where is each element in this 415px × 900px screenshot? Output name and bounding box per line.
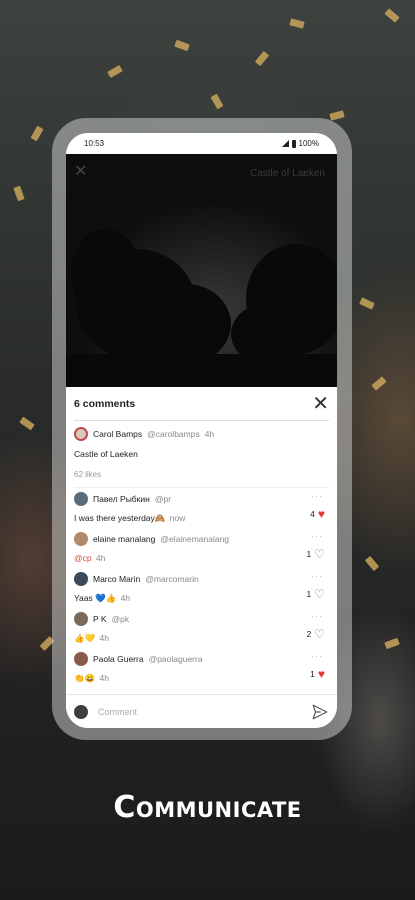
comment-author[interactable]: elaine manalang <box>93 534 155 544</box>
send-icon[interactable] <box>311 703 329 721</box>
avatar <box>74 704 88 719</box>
more-options-icon[interactable]: ··· <box>311 651 323 661</box>
comment-author[interactable]: Paola Guerra <box>93 654 144 664</box>
like-control[interactable]: 2 ♡ <box>307 628 326 640</box>
comment-author-handle: @pr <box>154 494 172 504</box>
post-likes[interactable]: 62 likes <box>74 470 329 479</box>
avatar[interactable] <box>74 652 88 666</box>
comment-item: Marco Marin @marcomarin Yaas 💙👍 4h ··· 1… <box>74 568 329 608</box>
comment-author-handle: @paolaguerra <box>148 654 203 664</box>
like-count: 4 <box>310 509 315 519</box>
heart-outline-icon[interactable]: ♡ <box>314 588 325 600</box>
more-options-icon[interactable]: ··· <box>311 571 323 581</box>
comment-author-handle: @marcomarin <box>145 574 199 584</box>
avatar[interactable] <box>74 532 88 546</box>
avatar[interactable] <box>74 612 88 626</box>
battery-level: 100% <box>298 139 319 148</box>
heart-filled-icon[interactable]: ♥ <box>318 508 325 520</box>
comments-count-title: 6 comments <box>74 397 136 410</box>
comment-item: P K @pk 👍💛 4h ··· 2 ♡ <box>74 608 329 648</box>
comment-body: Yaas 💙👍 4h <box>74 593 329 604</box>
comment-author-handle: @elainemanalang <box>160 534 230 544</box>
post-text: Castle of Laeken <box>74 449 138 459</box>
like-count: 1 <box>306 589 312 599</box>
video-player[interactable]: ✕ Castle of Laeken <box>66 154 337 387</box>
post-author[interactable]: Carol Bamps <box>93 429 142 439</box>
avatar[interactable] <box>74 427 88 441</box>
trees-silhouette <box>66 154 337 387</box>
post-summary: Carol Bamps @carolbamps 4h Castle of Lae… <box>74 421 329 488</box>
comment-text: 👍💛 <box>74 633 96 643</box>
heart-outline-icon[interactable]: ♡ <box>314 628 325 640</box>
comments-sheet: 6 comments ✕ Carol Bamps @carolbamps 4h … <box>66 387 337 688</box>
avatar[interactable] <box>74 492 88 506</box>
comment-body: @cp 4h <box>74 553 329 563</box>
avatar[interactable] <box>74 572 88 586</box>
comment-body: 👏😀 4h <box>74 673 329 684</box>
heart-outline-icon[interactable]: ♡ <box>314 548 325 560</box>
comment-input[interactable] <box>98 706 301 717</box>
comment-author[interactable]: P K <box>93 614 107 624</box>
comment-compose-bar <box>66 694 337 728</box>
comment-text: I was there yesterday🙈 <box>74 513 166 523</box>
like-count: 2 <box>306 629 312 639</box>
comment-author-handle: @pk <box>111 614 130 624</box>
phone-screen: 10:53 100% ✕ Castle of Laeken 6 comments… <box>66 133 337 728</box>
comment-text: 👏😀 <box>74 673 96 683</box>
comment-text: Yaas 💙👍 <box>74 593 117 603</box>
more-options-icon[interactable]: ··· <box>311 531 323 541</box>
post-time: 4h <box>204 429 215 439</box>
battery-icon <box>291 139 296 148</box>
like-control[interactable]: 4 ♥ <box>310 508 325 520</box>
comment-item: Павел Рыбкин @pr I was there yesterday🙈 … <box>74 488 329 528</box>
like-control[interactable]: 1 ♥ <box>310 668 325 680</box>
status-bar: 10:53 100% <box>66 133 337 154</box>
like-count: 1 <box>306 549 312 559</box>
comment-body: 👍💛 4h <box>74 633 329 644</box>
heart-filled-icon[interactable]: ♥ <box>318 668 325 680</box>
like-control[interactable]: 1 ♡ <box>307 548 326 560</box>
comment-item: elaine manalang @elainemanalang @cp 4h ·… <box>74 528 329 568</box>
comment-author[interactable]: Marco Marin <box>93 574 140 584</box>
video-title: Castle of Laeken <box>249 168 325 179</box>
more-options-icon[interactable]: ··· <box>311 611 323 621</box>
comment-time: 4h <box>99 633 110 643</box>
signal-icon <box>281 140 289 147</box>
promo-caption: Communicate <box>113 790 302 825</box>
post-author-handle: @carolbamps <box>147 429 200 439</box>
close-video-icon[interactable]: ✕ <box>74 164 87 180</box>
more-options-icon[interactable]: ··· <box>311 491 323 501</box>
like-control[interactable]: 1 ♡ <box>307 588 326 600</box>
comment-author[interactable]: Павел Рыбкин <box>93 494 150 504</box>
comment-list: Павел Рыбкин @pr I was there yesterday🙈 … <box>74 488 329 688</box>
status-time: 10:53 <box>84 139 105 148</box>
comments-header: 6 comments ✕ <box>74 387 329 421</box>
comment-time: 4h <box>99 673 110 683</box>
comment-body: I was there yesterday🙈 now <box>74 513 329 524</box>
close-comments-icon[interactable]: ✕ <box>312 394 329 414</box>
comment-mention[interactable]: @cp <box>74 553 92 563</box>
comment-time: 4h <box>95 553 106 563</box>
comment-time: now <box>169 513 186 523</box>
like-count: 1 <box>310 669 315 679</box>
comment-time: 4h <box>120 593 131 603</box>
comment-item: Paola Guerra @paolaguerra 👏😀 4h ··· 1 ♥ <box>74 648 329 688</box>
